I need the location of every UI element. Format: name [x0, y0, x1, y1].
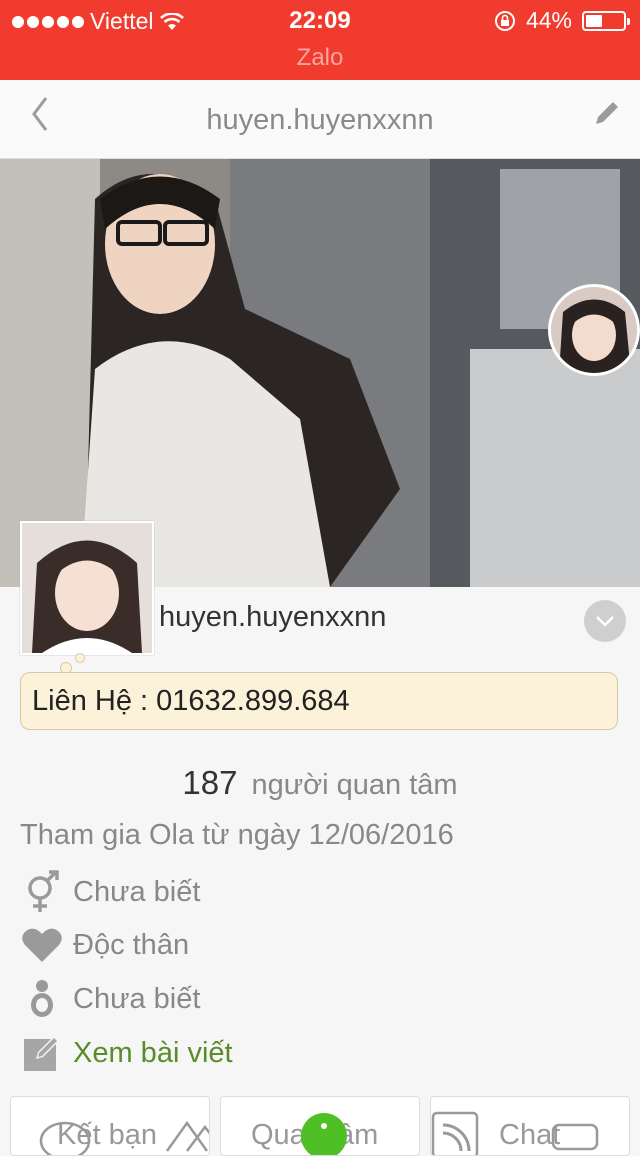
app-name: Zalo [296, 44, 344, 71]
cover-thumbnail[interactable] [548, 284, 640, 376]
status-bar: Viettel 22:09 44% Zalo [0, 0, 640, 80]
battery-icon [582, 10, 630, 31]
followers-count: 187 [182, 764, 238, 801]
relationship-value: Độc thân [73, 928, 190, 961]
rotation-lock-icon [494, 10, 515, 31]
rss-icon [431, 1111, 479, 1155]
gender-row: Chưa biết [20, 870, 200, 914]
profile-avatar[interactable] [20, 521, 154, 655]
baby-icon [20, 977, 64, 1021]
view-posts-link[interactable]: Xem bài viết [20, 1031, 233, 1075]
chat-icon [551, 1123, 599, 1151]
status-message: Liên Hệ : 01632.899.684 [32, 685, 350, 717]
heart-icon [20, 923, 64, 967]
follow-icon [301, 1113, 347, 1155]
edit-button[interactable] [592, 98, 622, 133]
battery-percent: 44% [525, 7, 572, 33]
relationship-row: Độc thân [20, 923, 189, 967]
options-button[interactable] [584, 600, 626, 642]
profile-username: huyen.huyenxxnn [159, 601, 387, 633]
follow-button[interactable]: Quan tâm [220, 1096, 420, 1156]
status-message-bubble: Liên Hệ : 01632.899.684 [20, 672, 618, 730]
action-bar: Kết bạn Quan tâm Chat [0, 1096, 640, 1156]
followers-stat: 187 người quan tâm [0, 764, 640, 802]
view-posts-label: Xem bài viết [73, 1036, 233, 1069]
children-value: Chưa biết [73, 982, 201, 1015]
chevron-down-icon [596, 616, 614, 627]
status-right: 44% [494, 7, 630, 34]
navigation-bar: huyen.huyenxxnn [0, 80, 640, 159]
avatar-image [22, 523, 152, 653]
thumbnail-image [551, 287, 637, 373]
bubble-tail-dot [75, 653, 85, 663]
note-edit-icon [20, 1031, 64, 1075]
page-title: huyen.huyenxxnn [206, 104, 434, 136]
gender-value: Chưa biết [73, 875, 201, 908]
chat-button[interactable]: Chat [430, 1096, 630, 1156]
children-row: Chưa biết [20, 977, 200, 1021]
join-date: Tham gia Ola từ ngày 12/06/2016 [20, 819, 454, 851]
add-friend-button[interactable]: Kết bạn [10, 1096, 210, 1156]
gender-icon [20, 870, 64, 914]
followers-label: người quan tâm [251, 769, 458, 801]
pencil-icon [596, 102, 618, 124]
